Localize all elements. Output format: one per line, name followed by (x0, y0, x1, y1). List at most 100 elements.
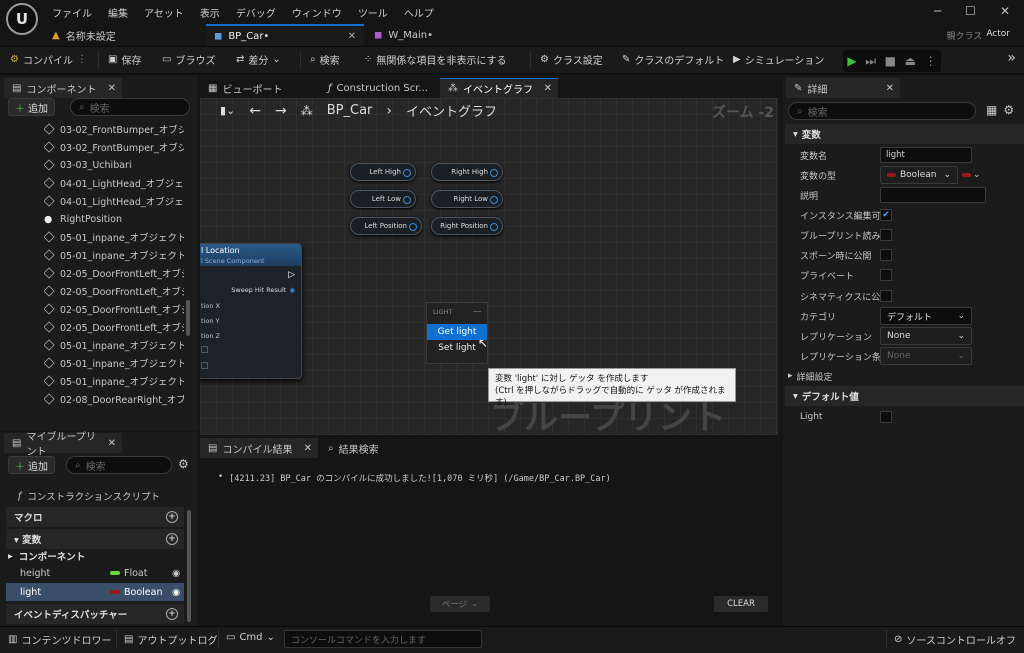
sweep-hit-result-pin[interactable]: Sweep Hit Result ◉ (231, 286, 295, 294)
tab-w-main[interactable]: ◼ W_Main• (366, 24, 516, 46)
list-item[interactable]: 02-05_DoorFrontLeft_オブジェクト (44, 318, 184, 336)
menu-help[interactable]: ヘルプ (404, 5, 434, 20)
simulation-button[interactable]: ▶ シミュレーション (733, 52, 824, 67)
exec-out-pin-icon[interactable]: ▷ (288, 270, 295, 280)
tab-viewport[interactable]: ▦ ビューポート (200, 78, 316, 98)
unreal-logo-icon[interactable]: U (6, 3, 38, 35)
menu-view[interactable]: 表示 (200, 5, 220, 20)
parent-class-link[interactable]: Actor (986, 29, 1010, 42)
pin-location-z[interactable]: tion Z (201, 332, 220, 340)
tab-compiler-results[interactable]: ▤ コンパイル結果 ✕ (200, 438, 318, 458)
clear-button[interactable]: CLEAR (714, 596, 768, 612)
component-scrollbar[interactable] (186, 300, 190, 336)
eye-icon[interactable]: ◉ (172, 587, 180, 598)
my-blueprint-tab[interactable]: ▤ マイブループリント ✕ (4, 432, 122, 458)
menu-tools[interactable]: ツール (358, 5, 388, 20)
options-icon[interactable]: ⋮ (925, 54, 937, 68)
cmd-dropdown[interactable]: ▭ Cmd ⌄ (226, 632, 275, 643)
list-item[interactable]: 02-05_DoorFrontLeft_オブジェクト (44, 264, 184, 282)
components-tab[interactable]: ▤ コンポーネント ✕ (4, 78, 122, 98)
var-node-left-low[interactable]: Left Low (350, 190, 416, 208)
component-search-input[interactable]: ⌕ 検索 (70, 98, 190, 116)
event-dispatchers-section[interactable]: イベントディスパッチャー + (6, 604, 184, 624)
category-combobox[interactable]: デフォルト ⌄ (880, 307, 972, 325)
add-macro-icon[interactable]: + (166, 511, 178, 523)
forward-arrow-icon[interactable]: → (275, 103, 287, 119)
list-item[interactable]: 05-01_inpane_オブジェクト_ (44, 246, 184, 264)
list-item[interactable]: 05-01_inpane_オブジェクト_ (44, 228, 184, 246)
stop-icon[interactable]: ■ (885, 54, 896, 68)
list-item[interactable]: 03-02_FrontBumper_オブジェクト (44, 138, 184, 156)
tab-construction-script[interactable]: ƒ Construction Scr... (320, 78, 438, 98)
pin-location-y[interactable]: tion Y (201, 317, 220, 325)
eject-icon[interactable]: ⏏ (905, 54, 916, 68)
pin-location-x[interactable]: tion X (201, 302, 220, 310)
close-tab-icon[interactable]: ✕ (544, 83, 552, 94)
tab-find-results[interactable]: ⌕ 結果検索 (320, 438, 438, 458)
breadcrumb-root[interactable]: BP_Car (327, 103, 373, 118)
list-item[interactable]: 03-02_FrontBumper_オブジェクト (44, 120, 184, 138)
components-category[interactable]: ▸ コンポーネント (8, 547, 85, 565)
macros-section[interactable]: マクロ + (6, 507, 184, 527)
instance-editable-checkbox[interactable]: ✔ (880, 209, 892, 221)
compile-options-icon[interactable]: ⋮ (77, 54, 87, 65)
bookmark-icon[interactable]: ▮⌄ (220, 104, 235, 117)
var-name-input[interactable]: light (880, 147, 972, 163)
step-icon[interactable]: ⏭ (865, 54, 876, 69)
add-component-button[interactable]: ＋ 追加 (8, 98, 55, 116)
details-search-input[interactable]: ⌕ 検索 (788, 102, 976, 120)
close-window-icon[interactable]: ✕ (1000, 4, 1010, 18)
console-command-input[interactable]: コンソールコマンドを入力します (284, 630, 482, 648)
tab-event-graph[interactable]: ⁂ イベントグラフ ✕ (440, 78, 558, 98)
list-item[interactable]: 05-01_inpane_オブジェクト_ (44, 354, 184, 372)
menu-file[interactable]: ファイル (52, 5, 92, 20)
set-location-node[interactable]: l Location l Scene Component ▷ Sweep Hit… (200, 243, 302, 379)
variables-section[interactable]: ▾ 変数 + (6, 529, 184, 549)
var-type-dropdown[interactable]: Boolean ⌄ (880, 166, 958, 184)
container-type-dropdown[interactable]: ⌄ (962, 170, 981, 180)
output-log-button[interactable]: ▤ アウトプットログ (124, 632, 217, 647)
list-item[interactable]: 05-01_inpane_オブジェクト_ (44, 336, 184, 354)
default-value-section-header[interactable]: ▾ デフォルト値 (785, 386, 1024, 406)
menu-edit[interactable]: 編集 (108, 5, 128, 20)
close-tab-icon[interactable]: ✕ (348, 31, 356, 42)
pin-checkbox[interactable] (201, 362, 208, 369)
add-member-button[interactable]: ＋ 追加 (8, 456, 55, 474)
menu-window[interactable]: ウィンドウ (292, 5, 342, 20)
browse-button[interactable]: ▭ ブラウズ (162, 52, 215, 67)
menu-debug[interactable]: デバッグ (236, 5, 276, 20)
var-node-right-position[interactable]: Right Position (431, 217, 503, 235)
page-dropdown[interactable]: ページ ⌄ (430, 596, 490, 612)
var-node-right-high[interactable]: Right High (431, 163, 503, 181)
minimize-icon[interactable]: ─ (934, 4, 941, 18)
list-item[interactable]: 02-08_DoorRearRight_オブジェクト (44, 390, 184, 408)
expose-spawn-checkbox[interactable] (880, 249, 892, 261)
toolbar-overflow-icon[interactable]: » (1007, 50, 1016, 66)
var-node-right-low[interactable]: Right Low (431, 190, 503, 208)
default-light-checkbox[interactable] (880, 411, 892, 423)
list-item[interactable]: ● RightPosition (44, 210, 184, 228)
add-variable-icon[interactable]: + (166, 533, 178, 545)
list-item[interactable]: 04-01_LightHead_オブジェクト (44, 192, 184, 210)
var-node-left-position[interactable]: Left Position (350, 217, 422, 235)
table-view-icon[interactable]: ▦ (986, 103, 997, 117)
content-drawer-button[interactable]: ▥ コンテンツドロワー (8, 632, 111, 647)
list-item[interactable]: 02-05_DoorFrontLeft_オブジェクト (44, 282, 184, 300)
list-item[interactable]: 05-01_inpane_オブジェクト_ (44, 372, 184, 390)
class-settings-button[interactable]: ⚙ クラス設定 (540, 52, 603, 67)
tab-bp-car[interactable]: ◼ BP_Car• ✕ (206, 24, 364, 46)
eye-icon[interactable]: ◉ (172, 568, 180, 579)
menu-asset[interactable]: アセット (144, 5, 184, 20)
variable-row-height[interactable]: height Float ◉ (6, 564, 184, 582)
tab-untitled-level[interactable]: ▲ 名称未設定 (44, 24, 204, 46)
close-tab-icon[interactable]: ✕ (886, 83, 894, 94)
settings-gear-icon[interactable]: ⚙ (1003, 103, 1014, 117)
close-tab-icon[interactable]: ✕ (108, 83, 116, 94)
variable-section-header[interactable]: ▾ 変数 (785, 124, 1024, 144)
pin-checkbox[interactable] (201, 346, 208, 353)
source-control-button[interactable]: ⊘ ソースコントロールオフ (894, 632, 1016, 647)
bp-readonly-checkbox[interactable] (880, 229, 892, 241)
settings-gear-icon[interactable]: ⚙ (178, 457, 189, 471)
save-button[interactable]: ▣ 保存 (108, 52, 141, 67)
replication-dropdown[interactable]: None ⌄ (880, 327, 972, 345)
